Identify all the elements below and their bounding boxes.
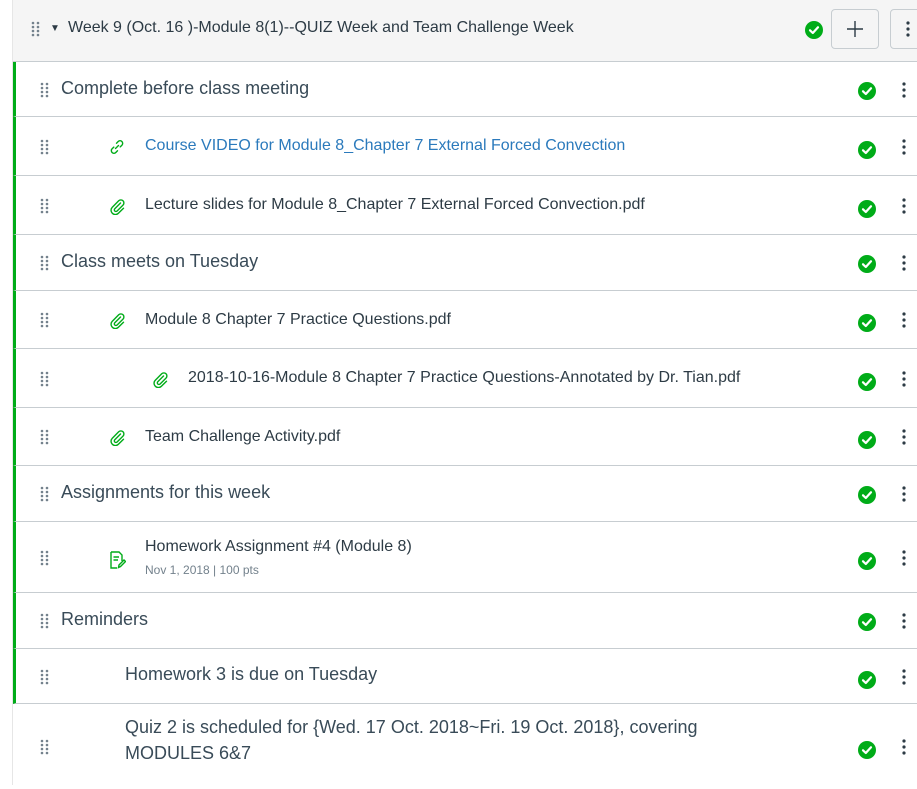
module-item[interactable]: Quiz 2 is scheduled for {Wed. 17 Oct. 20…: [13, 704, 917, 789]
item-options-kebab-icon[interactable]: [902, 255, 906, 271]
item-options-kebab-icon[interactable]: [902, 81, 906, 98]
kebab-icon: [906, 21, 910, 37]
item-title: Assignments for this week: [61, 482, 271, 502]
item-title: Homework 3 is due on Tuesday: [125, 664, 378, 684]
module-item-header[interactable]: Assignments for this week: [13, 466, 917, 522]
drag-handle-icon[interactable]: [40, 312, 50, 328]
assignment-icon: [108, 550, 126, 570]
item-options-kebab-icon[interactable]: [902, 549, 906, 566]
item-title: Reminders: [61, 609, 149, 629]
published-check-icon[interactable]: [858, 486, 876, 504]
drag-handle-icon[interactable]: [40, 198, 50, 214]
module-item-header[interactable]: Reminders: [13, 593, 917, 649]
paperclip-icon: [108, 197, 126, 215]
module-item[interactable]: Course VIDEO for Module 8_Chapter 7 Exte…: [13, 117, 917, 176]
module-container: ▼ Week 9 (Oct. 16 )-Module 8(1)--QUIZ We…: [12, 0, 917, 789]
drag-handle-icon[interactable]: [40, 82, 50, 98]
item-link[interactable]: Course VIDEO for Module 8_Chapter 7 Exte…: [145, 137, 625, 155]
paperclip-icon: [108, 428, 126, 446]
module-item[interactable]: Homework 3 is due on Tuesday: [13, 649, 917, 704]
drag-handle-icon[interactable]: [40, 669, 50, 685]
item-options-kebab-icon[interactable]: [902, 486, 906, 502]
drag-handle-icon[interactable]: [40, 255, 50, 271]
module-title: Week 9 (Oct. 16 )-Module 8(1)--QUIZ Week…: [68, 19, 574, 36]
item-title[interactable]: Homework Assignment #4 (Module 8): [145, 538, 412, 556]
drag-handle-icon[interactable]: [40, 739, 50, 755]
item-options-kebab-icon[interactable]: [902, 197, 906, 214]
published-check-icon[interactable]: [858, 314, 876, 332]
item-options-kebab-icon[interactable]: [902, 429, 906, 445]
link-icon: [108, 138, 126, 156]
published-check-icon[interactable]: [858, 81, 876, 100]
drag-handle-icon[interactable]: [40, 613, 50, 629]
item-options-kebab-icon[interactable]: [902, 668, 906, 685]
drag-handle-icon[interactable]: [40, 139, 50, 155]
item-title[interactable]: Module 8 Chapter 7 Practice Questions.pd…: [145, 311, 451, 329]
module-item[interactable]: Lecture slides for Module 8_Chapter 7 Ex…: [13, 176, 917, 235]
published-check-icon[interactable]: [858, 255, 876, 273]
drag-handle-icon[interactable]: [40, 486, 50, 502]
published-check-icon[interactable]: [858, 740, 876, 759]
published-check-icon[interactable]: [858, 199, 876, 218]
published-check-icon[interactable]: [858, 551, 876, 570]
item-options-kebab-icon[interactable]: [902, 138, 906, 155]
published-check-icon[interactable]: [858, 140, 876, 159]
published-check-icon[interactable]: [858, 431, 876, 449]
item-title[interactable]: 2018-10-16-Module 8 Chapter 7 Practice Q…: [188, 369, 740, 387]
paperclip-icon: [108, 311, 126, 329]
published-check-icon[interactable]: [858, 372, 876, 391]
module-item-header[interactable]: Class meets on Tuesday: [13, 235, 917, 291]
item-options-kebab-icon[interactable]: [902, 613, 906, 629]
item-title: Quiz 2 is scheduled for {Wed. 17 Oct. 20…: [125, 717, 698, 763]
item-title: Class meets on Tuesday: [61, 251, 259, 271]
plus-icon: [847, 21, 863, 37]
published-check-icon[interactable]: [858, 613, 876, 631]
drag-handle-icon[interactable]: [40, 429, 50, 445]
item-title[interactable]: Lecture slides for Module 8_Chapter 7 Ex…: [145, 196, 645, 214]
published-check-icon[interactable]: [858, 670, 876, 689]
drag-handle-icon[interactable]: [40, 371, 50, 387]
add-item-button[interactable]: [831, 9, 879, 49]
item-options-kebab-icon[interactable]: [902, 370, 906, 387]
item-options-kebab-icon[interactable]: [902, 312, 906, 328]
drag-handle-icon[interactable]: [31, 21, 41, 37]
module-item[interactable]: 2018-10-16-Module 8 Chapter 7 Practice Q…: [13, 349, 917, 408]
item-title: Complete before class meeting: [61, 78, 310, 98]
module-item[interactable]: Homework Assignment #4 (Module 8) Nov 1, …: [13, 522, 917, 593]
item-meta: Nov 1, 2018 | 100 pts: [145, 563, 259, 577]
paperclip-icon: [151, 370, 169, 388]
module-item-header[interactable]: Complete before class meeting: [13, 62, 917, 117]
module-item[interactable]: Module 8 Chapter 7 Practice Questions.pd…: [13, 291, 917, 349]
module-item[interactable]: Team Challenge Activity.pdf: [13, 408, 917, 466]
item-title[interactable]: Team Challenge Activity.pdf: [145, 428, 340, 446]
module-options-button[interactable]: [890, 9, 917, 49]
published-check-icon[interactable]: [805, 21, 823, 39]
drag-handle-icon[interactable]: [40, 550, 50, 566]
item-options-kebab-icon[interactable]: [902, 738, 906, 755]
collapse-caret-icon[interactable]: ▼: [50, 23, 60, 34]
module-header[interactable]: ▼ Week 9 (Oct. 16 )-Module 8(1)--QUIZ We…: [13, 0, 917, 62]
